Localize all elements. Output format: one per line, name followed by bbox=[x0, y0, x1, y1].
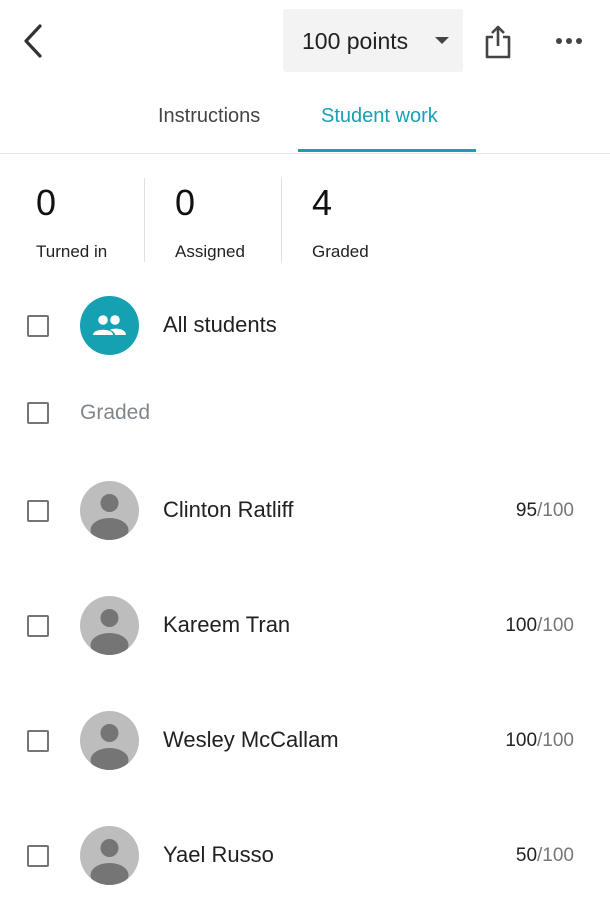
points-dropdown[interactable]: 100 points bbox=[283, 9, 463, 72]
group-icon bbox=[93, 315, 126, 335]
stat-divider bbox=[144, 178, 145, 262]
stat-value: 0 bbox=[175, 182, 196, 223]
student-name: Wesley McCallam bbox=[163, 727, 339, 752]
all-students-label: All students bbox=[163, 312, 277, 337]
student-row[interactable]: Wesley McCallam 100/100 bbox=[0, 711, 610, 771]
student-name: Clinton Ratliff bbox=[163, 497, 294, 522]
student-checkbox[interactable] bbox=[27, 500, 49, 522]
grade-total: /100 bbox=[537, 500, 574, 521]
grade-value: 50 bbox=[515, 845, 538, 866]
top-app-bar: 100 points bbox=[0, 0, 610, 85]
share-button[interactable] bbox=[483, 24, 513, 60]
student-checkbox[interactable] bbox=[27, 845, 49, 867]
student-grade: 100/100 bbox=[505, 615, 574, 637]
student-checkbox[interactable] bbox=[27, 730, 49, 752]
more-options-button[interactable] bbox=[553, 30, 585, 52]
grade-total: /100 bbox=[537, 730, 574, 751]
person-icon bbox=[90, 724, 129, 770]
student-row[interactable]: Clinton Ratliff 95/100 bbox=[0, 481, 610, 541]
stat-value: 4 bbox=[312, 182, 333, 223]
group-avatar bbox=[80, 296, 139, 355]
graded-section-header: Graded bbox=[0, 392, 610, 436]
student-grade: 50/100 bbox=[516, 845, 574, 867]
all-students-row[interactable]: All students bbox=[0, 296, 610, 356]
student-row[interactable]: Kareem Tran 100/100 bbox=[0, 596, 610, 656]
tab-instructions[interactable]: Instructions bbox=[158, 105, 260, 128]
student-checkbox[interactable] bbox=[27, 615, 49, 637]
chevron-left-icon bbox=[24, 24, 42, 58]
back-button[interactable] bbox=[18, 22, 52, 60]
student-name: Yael Russo bbox=[163, 842, 274, 867]
grade-value: 100 bbox=[505, 615, 538, 636]
graded-section-checkbox[interactable] bbox=[27, 402, 49, 424]
avatar bbox=[80, 481, 139, 540]
person-icon bbox=[90, 494, 129, 540]
active-tab-indicator bbox=[298, 149, 476, 152]
student-grade: 95/100 bbox=[516, 500, 574, 522]
person-icon bbox=[90, 609, 129, 655]
avatar bbox=[80, 596, 139, 655]
stat-label: Turned in bbox=[36, 242, 108, 261]
student-row[interactable]: Yael Russo 50/100 bbox=[0, 826, 610, 886]
stat-value: 0 bbox=[36, 182, 57, 223]
points-value: 100 points bbox=[302, 28, 409, 54]
submission-stats: 0 Turned in 0 Assigned 4 Graded bbox=[0, 172, 610, 272]
dropdown-caret-icon bbox=[435, 37, 449, 44]
person-icon bbox=[90, 839, 129, 885]
stat-label: Assigned bbox=[175, 242, 245, 261]
tab-bar: Instructions Student work bbox=[0, 90, 610, 154]
grade-total: /100 bbox=[537, 615, 574, 636]
share-upload-icon bbox=[485, 25, 511, 59]
grade-value: 95 bbox=[515, 500, 538, 521]
all-students-checkbox[interactable] bbox=[27, 315, 49, 337]
section-label: Graded bbox=[80, 401, 151, 424]
grade-total: /100 bbox=[537, 845, 574, 866]
avatar bbox=[80, 711, 139, 770]
student-grade: 100/100 bbox=[505, 730, 574, 752]
grade-value: 100 bbox=[505, 730, 538, 751]
stat-divider bbox=[281, 178, 282, 262]
student-name: Kareem Tran bbox=[163, 612, 291, 637]
stat-label: Graded bbox=[312, 242, 369, 261]
tab-student-work[interactable]: Student work bbox=[321, 105, 438, 128]
avatar bbox=[80, 826, 139, 885]
more-horizontal-icon bbox=[556, 38, 582, 44]
